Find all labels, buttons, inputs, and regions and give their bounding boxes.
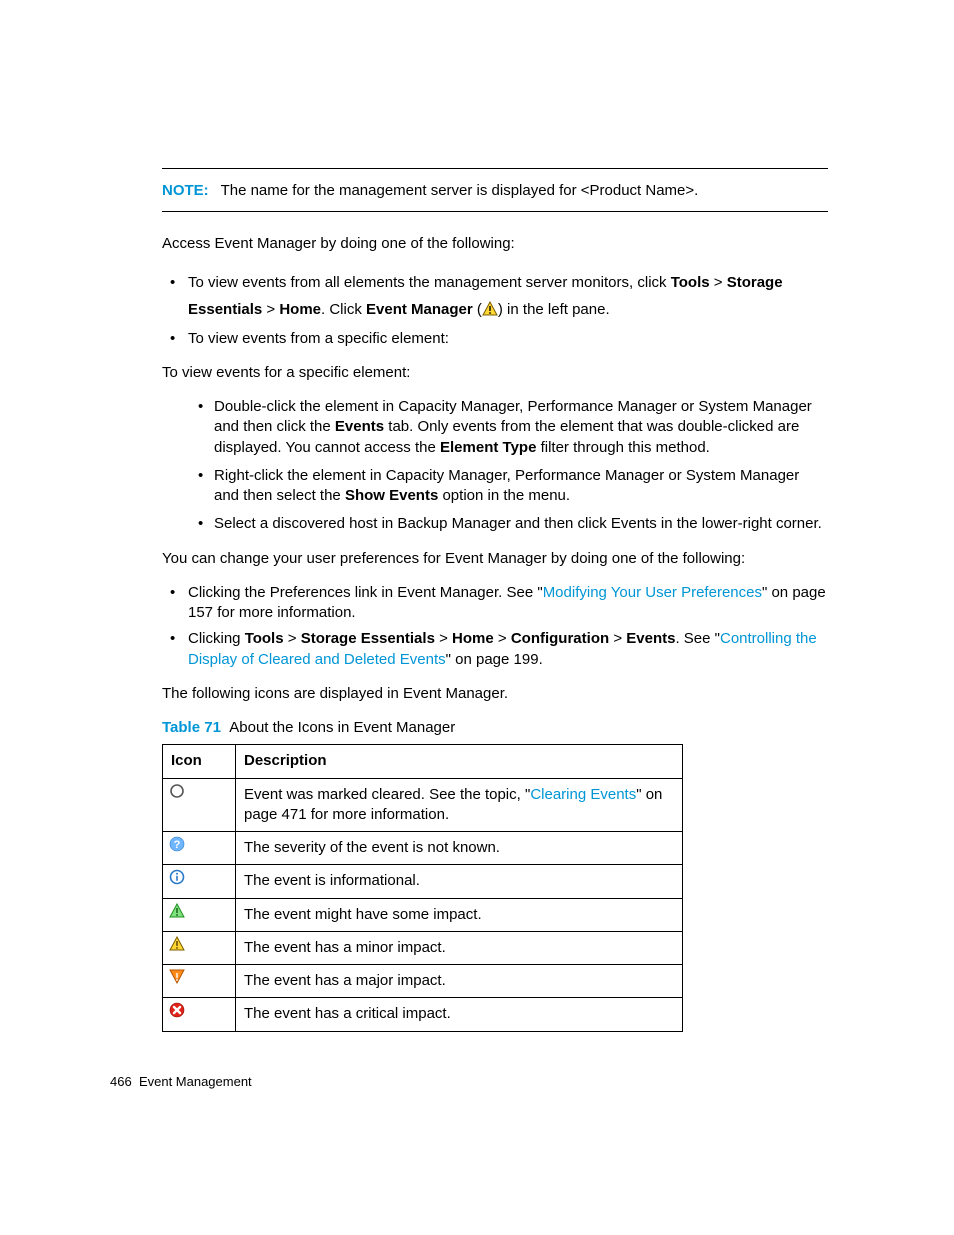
access-list: To view events from all elements the man… <box>162 269 828 349</box>
description-cell: The event is informational. <box>236 865 683 898</box>
table-row: The event has a critical impact. <box>163 998 683 1031</box>
icon-description-table: Icon Description Event was marked cleare… <box>162 744 683 1031</box>
description-cell: Event was marked cleared. See the topic,… <box>236 778 683 832</box>
specific-element-list: Double-click the element in Capacity Man… <box>162 397 828 535</box>
list-item: To view events from a specific element: <box>184 329 828 349</box>
cleared-icon <box>163 778 236 832</box>
table-row: The severity of the event is not known. <box>163 832 683 865</box>
note-label: NOTE: <box>162 182 209 199</box>
col-header-description: Description <box>236 745 683 778</box>
minor1-icon <box>163 898 236 931</box>
prefs-list: Clicking the Preferences link in Event M… <box>162 583 828 670</box>
section-title: Event Management <box>139 1074 252 1089</box>
description-cell: The severity of the event is not known. <box>236 832 683 865</box>
description-cell: The event might have some impact. <box>236 898 683 931</box>
list-item: Clicking Tools > Storage Essentials > Ho… <box>184 629 828 670</box>
description-cell: The event has a minor impact. <box>236 931 683 964</box>
table-row: The event might have some impact. <box>163 898 683 931</box>
note-box: NOTE: The name for the management server… <box>162 168 828 212</box>
intro-paragraph: Access Event Manager by doing one of the… <box>162 234 828 254</box>
minor2-icon <box>163 931 236 964</box>
list-item: Select a discovered host in Backup Manag… <box>214 514 828 534</box>
list-item: Double-click the element in Capacity Man… <box>214 397 828 458</box>
link-modifying-prefs[interactable]: Modifying Your User Preferences <box>543 584 762 601</box>
link-clearing-events[interactable]: Clearing Events <box>530 786 636 803</box>
document-page: NOTE: The name for the management server… <box>0 0 954 1235</box>
table-row: The event has a minor impact. <box>163 931 683 964</box>
paragraph: The following icons are displayed in Eve… <box>162 684 828 704</box>
info-icon <box>163 865 236 898</box>
table-caption: Table 71 About the Icons in Event Manage… <box>162 718 828 738</box>
page-footer: 466 Event Management <box>110 1073 252 1091</box>
table-row: Event was marked cleared. See the topic,… <box>163 778 683 832</box>
table-row: The event is informational. <box>163 865 683 898</box>
list-item: Clicking the Preferences link in Event M… <box>184 583 828 624</box>
warning-icon <box>482 301 498 317</box>
paragraph: You can change your user preferences for… <box>162 549 828 569</box>
description-cell: The event has a major impact. <box>236 965 683 998</box>
description-cell: The event has a critical impact. <box>236 998 683 1031</box>
unknown-icon <box>163 832 236 865</box>
major-icon <box>163 965 236 998</box>
page-number: 466 <box>110 1074 132 1089</box>
note-text: The name for the management server is di… <box>221 182 699 199</box>
paragraph: To view events for a specific element: <box>162 363 828 383</box>
col-header-icon: Icon <box>163 745 236 778</box>
critical-icon <box>163 998 236 1031</box>
list-item: To view events from all elements the man… <box>184 269 828 323</box>
list-item: Right-click the element in Capacity Mana… <box>214 466 828 507</box>
table-row: The event has a major impact. <box>163 965 683 998</box>
